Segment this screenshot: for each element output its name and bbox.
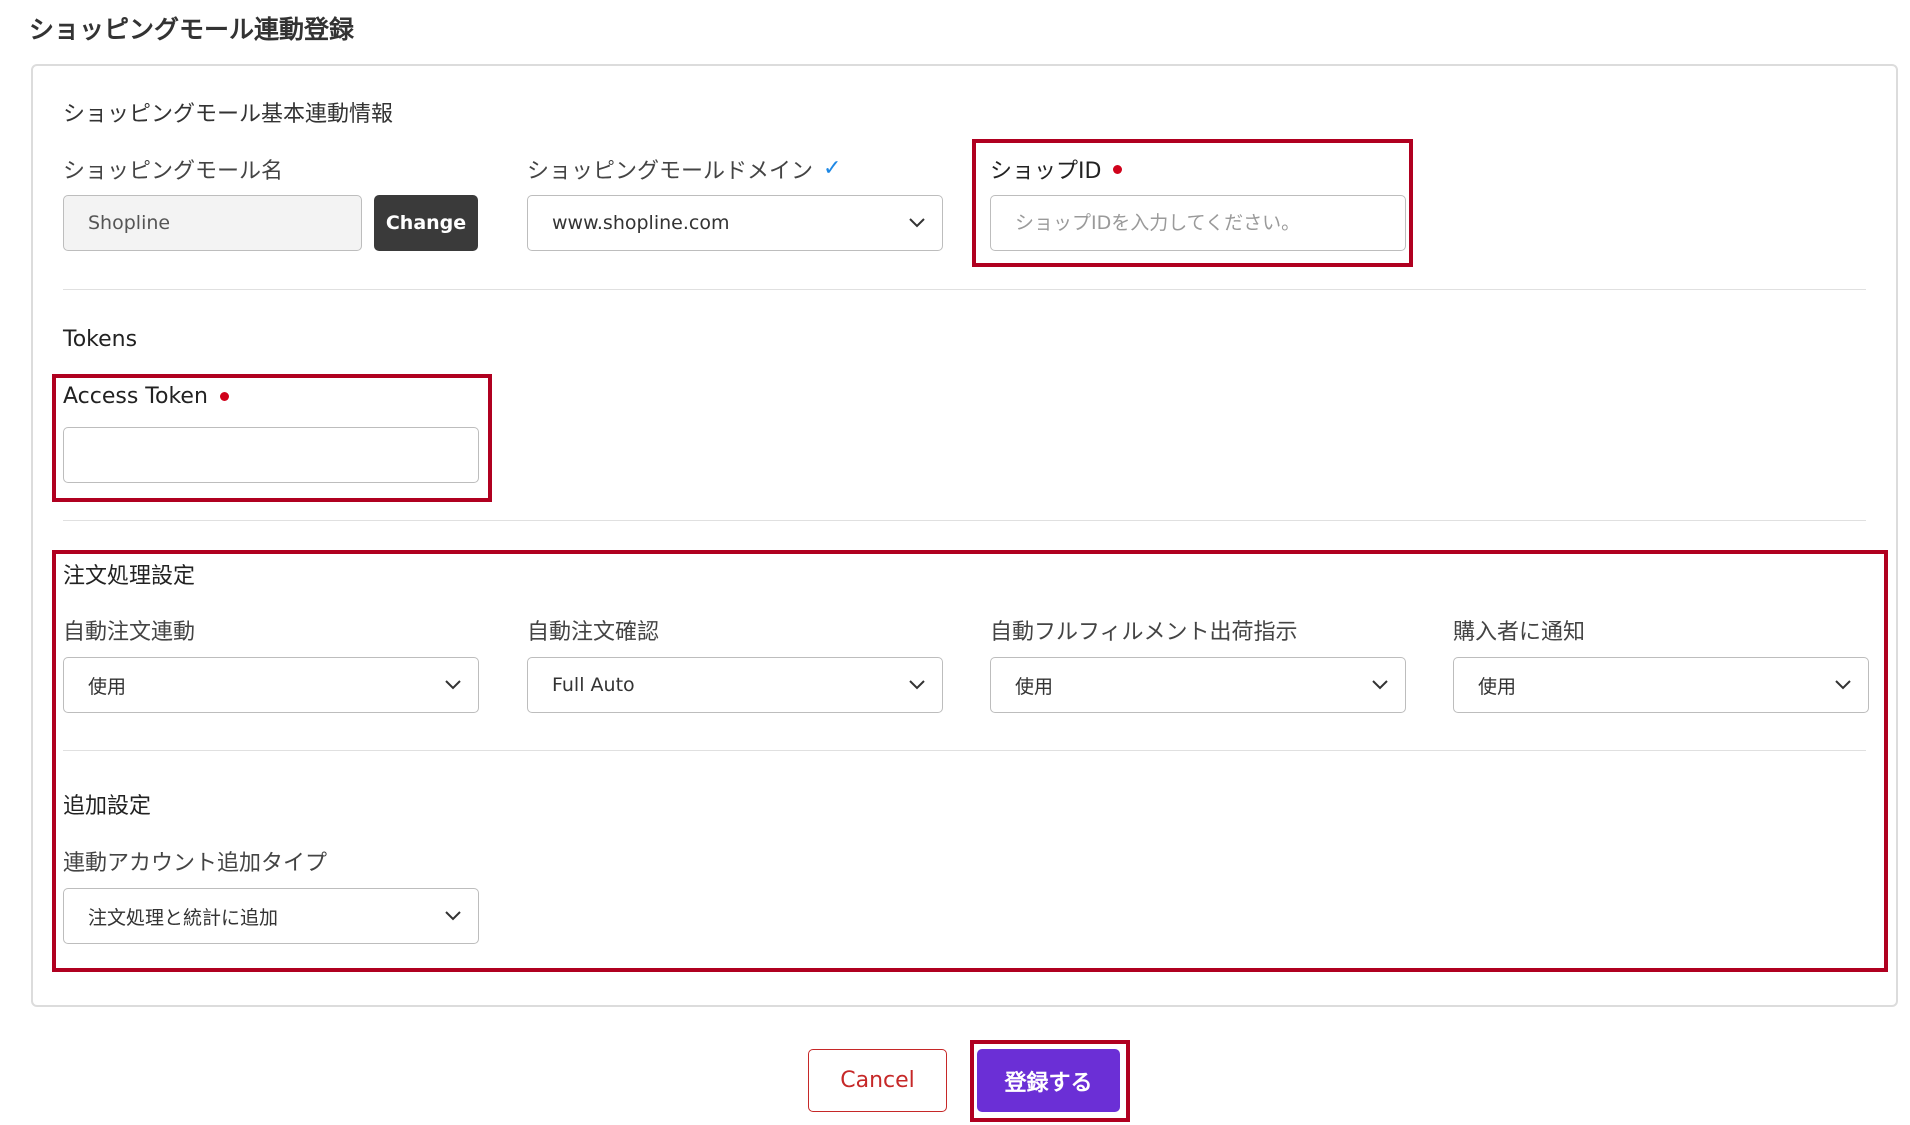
shop-id-field[interactable] bbox=[990, 195, 1406, 251]
auto-order-confirm-label: 自動注文確認 bbox=[527, 614, 659, 646]
mall-name-label: ショッピングモール名 bbox=[63, 153, 283, 185]
shop-id-label-text: ショップID bbox=[990, 159, 1102, 184]
shop-id-label: ショップID bbox=[990, 153, 1123, 185]
chevron-down-icon bbox=[1818, 658, 1868, 712]
submit-button[interactable]: 登録する bbox=[977, 1049, 1120, 1112]
access-token-label-text: Access Token bbox=[63, 384, 208, 409]
access-token-label: Access Token bbox=[63, 384, 229, 409]
shop-id-input[interactable] bbox=[1015, 212, 1405, 234]
domain-label-text: ショッピングモールドメイン bbox=[527, 159, 814, 184]
mall-name-field: Shopline bbox=[63, 195, 362, 251]
domain-label: ショッピングモールドメイン ✓ bbox=[527, 153, 841, 185]
domain-value: www.shopline.com bbox=[552, 212, 730, 234]
access-token-field[interactable] bbox=[63, 427, 479, 483]
mall-name-value: Shopline bbox=[88, 212, 171, 234]
mall-name-label-text: ショッピングモール名 bbox=[63, 159, 284, 184]
account-type-label: 連動アカウント追加タイプ bbox=[63, 845, 327, 877]
chevron-down-icon bbox=[892, 658, 942, 712]
auto-fulfillment-label-text: 自動フルフィルメント出荷指示 bbox=[990, 620, 1298, 645]
change-button[interactable]: Change bbox=[374, 195, 478, 251]
account-type-label-text: 連動アカウント追加タイプ bbox=[63, 851, 328, 876]
section-divider bbox=[63, 520, 1866, 521]
required-indicator bbox=[1113, 164, 1123, 174]
tokens-section-title: Tokens bbox=[63, 327, 138, 352]
additional-section-title: 追加設定 bbox=[63, 794, 152, 819]
notify-buyer-label-text: 購入者に通知 bbox=[1453, 620, 1586, 645]
auto-fulfillment-select[interactable]: 使用 bbox=[990, 657, 1406, 713]
auto-order-sync-label-text: 自動注文連動 bbox=[63, 620, 196, 645]
auto-order-sync-label: 自動注文連動 bbox=[63, 614, 195, 646]
auto-order-confirm-select[interactable]: Full Auto bbox=[527, 657, 943, 713]
access-token-input[interactable] bbox=[88, 444, 478, 466]
chevron-down-icon bbox=[892, 196, 942, 250]
cancel-button[interactable]: Cancel bbox=[808, 1049, 947, 1112]
notify-buyer-label: 購入者に通知 bbox=[1453, 614, 1585, 646]
basic-section-title: ショッピングモール基本連動情報 bbox=[63, 102, 394, 127]
notify-buyer-select[interactable]: 使用 bbox=[1453, 657, 1869, 713]
chevron-down-icon bbox=[428, 658, 478, 712]
section-divider bbox=[63, 750, 1866, 751]
auto-order-sync-value: 使用 bbox=[88, 675, 127, 698]
order-section-title: 注文処理設定 bbox=[63, 564, 196, 589]
account-type-select[interactable]: 注文処理と統計に追加 bbox=[63, 888, 479, 944]
auto-order-confirm-label-text: 自動注文確認 bbox=[527, 620, 660, 645]
auto-fulfillment-value: 使用 bbox=[1015, 675, 1054, 698]
section-divider bbox=[63, 289, 1866, 290]
page-title: ショッピングモール連動登録 bbox=[29, 15, 355, 44]
domain-select[interactable]: www.shopline.com bbox=[527, 195, 943, 251]
notify-buyer-value: 使用 bbox=[1478, 675, 1517, 698]
auto-fulfillment-label: 自動フルフィルメント出荷指示 bbox=[990, 614, 1298, 646]
chevron-down-icon bbox=[428, 889, 478, 943]
auto-order-sync-select[interactable]: 使用 bbox=[63, 657, 479, 713]
chevron-down-icon bbox=[1355, 658, 1405, 712]
account-type-value: 注文処理と統計に追加 bbox=[88, 906, 279, 929]
verified-check-icon: ✓ bbox=[823, 156, 842, 181]
required-indicator bbox=[219, 392, 229, 401]
auto-order-confirm-value: Full Auto bbox=[552, 674, 635, 696]
